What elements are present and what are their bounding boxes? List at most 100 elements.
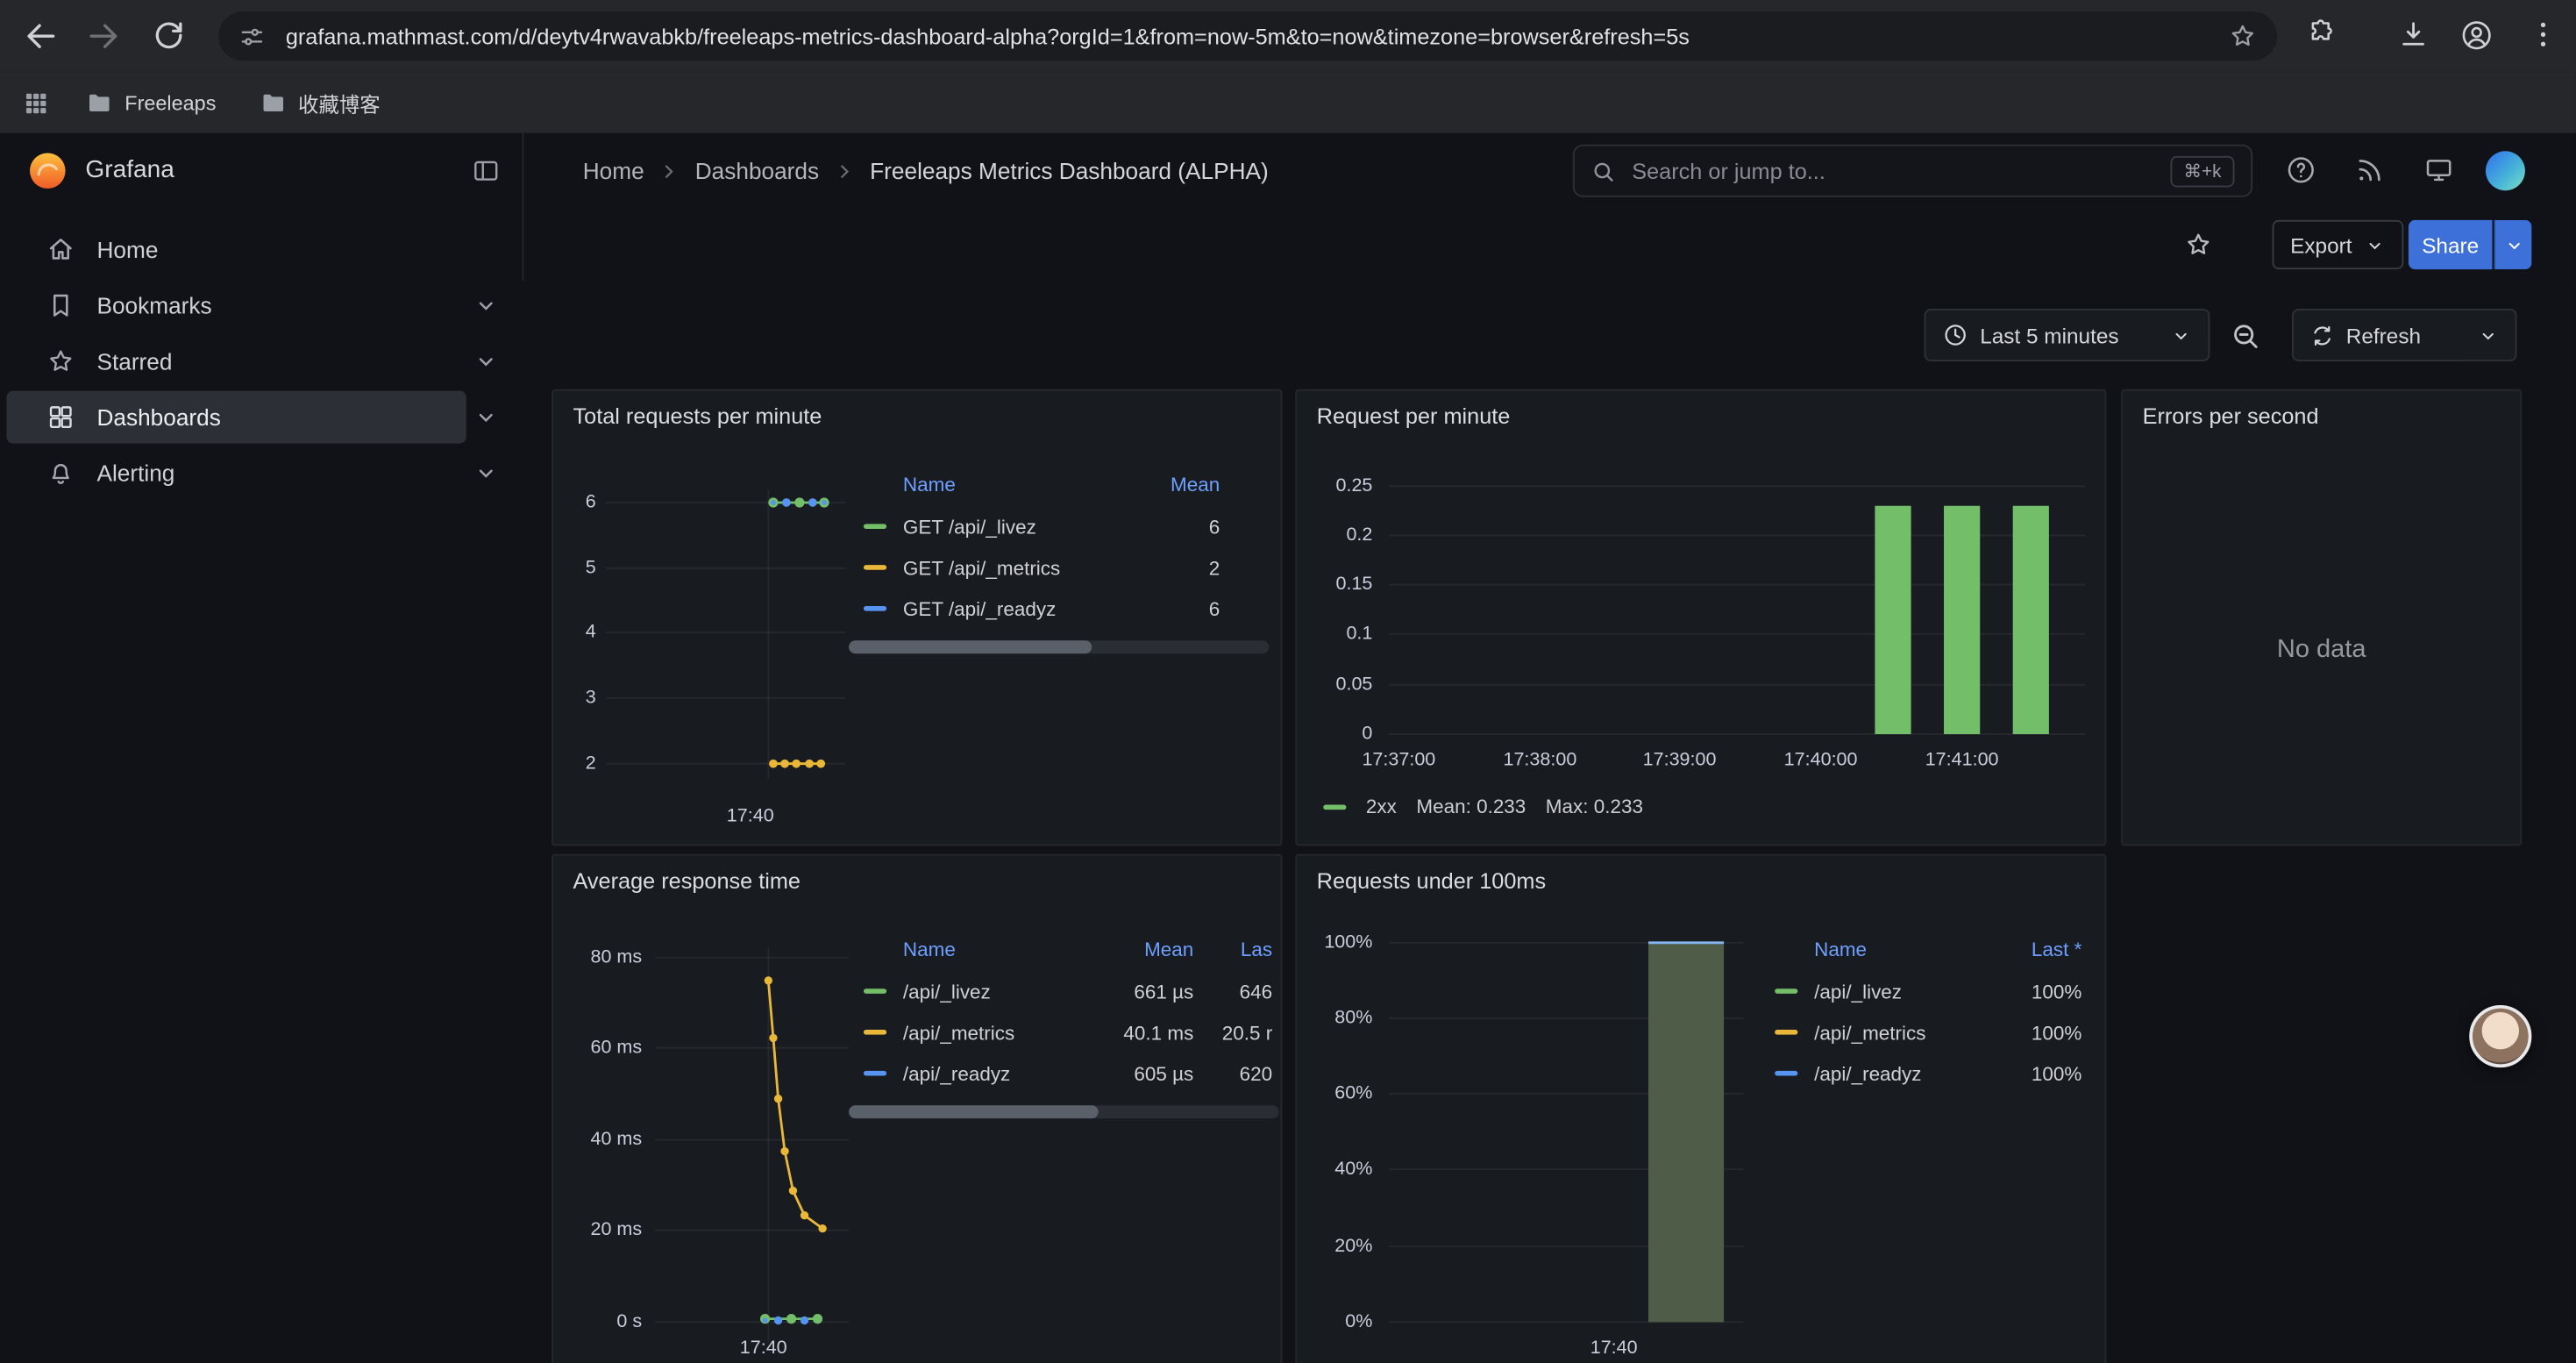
- legend-row[interactable]: GET /api/_livez 6: [849, 506, 1269, 547]
- panel-under-100ms: Requests under 100ms 100% 80% 60% 40% 20…: [1295, 854, 2106, 1363]
- chevron-down-icon[interactable]: [473, 460, 499, 486]
- series-name[interactable]: /api/_metrics: [903, 1021, 1089, 1044]
- legend-col-last[interactable]: Last *: [1989, 938, 2081, 960]
- back-button[interactable]: [23, 18, 59, 54]
- bar-chart[interactable]: [1389, 934, 1743, 1338]
- chevron-down-icon: [2170, 325, 2191, 346]
- legend-col-name[interactable]: Name: [903, 473, 1128, 496]
- chevron-down-icon[interactable]: [473, 348, 499, 375]
- sidebar-item-starred[interactable]: Starred: [0, 333, 522, 389]
- legend-col-mean[interactable]: Mean: [1128, 473, 1220, 496]
- y-tick: 0.2: [1317, 522, 1373, 548]
- series-name[interactable]: 2xx: [1366, 795, 1397, 817]
- series-name[interactable]: /api/_readyz: [1814, 1062, 1989, 1085]
- legend-row[interactable]: /api/_metrics 40.1 ms 20.5 r: [849, 1011, 1279, 1053]
- dashboard-actions-row: Export Share: [522, 209, 2575, 282]
- series-swatch-green: [864, 524, 886, 529]
- collapse-sidebar-icon[interactable]: [471, 156, 501, 186]
- brand-title: Grafana: [85, 156, 174, 184]
- sidebar-item-dashboards[interactable]: Dashboards: [0, 389, 522, 446]
- forward-button[interactable]: [85, 18, 121, 54]
- line-chart[interactable]: [655, 947, 849, 1352]
- bookmark-folder-blogs[interactable]: 收藏博客: [259, 87, 381, 118]
- browser-menu-button[interactable]: [2527, 18, 2563, 54]
- series-name[interactable]: /api/_metrics: [1814, 1021, 1989, 1044]
- series-percent-bar[interactable]: [1648, 943, 1724, 1323]
- breadcrumb-current: Freeleaps Metrics Dashboard (ALPHA): [870, 158, 1269, 184]
- legend-row[interactable]: GET /api/_readyz 6: [849, 588, 1269, 629]
- legend-scrollbar[interactable]: [849, 1105, 1279, 1118]
- y-tick: 80 ms: [566, 945, 642, 971]
- series-name[interactable]: GET /api/_readyz: [903, 597, 1128, 620]
- legend-col-name[interactable]: Name: [903, 938, 1089, 960]
- line-chart[interactable]: [606, 489, 845, 779]
- monitor-icon[interactable]: [2423, 154, 2455, 186]
- series-name[interactable]: GET /api/_metrics: [903, 556, 1128, 579]
- legend-row[interactable]: /api/_livez 661 µs 646: [849, 971, 1279, 1012]
- series-name[interactable]: GET /api/_livez: [903, 515, 1128, 538]
- time-range-picker[interactable]: Last 5 minutes: [1925, 309, 2210, 361]
- panel-title[interactable]: Request per minute: [1317, 404, 1511, 429]
- series-name[interactable]: /api/_readyz: [903, 1062, 1089, 1085]
- refresh-interval-button[interactable]: [2461, 309, 2517, 361]
- site-info-icon[interactable]: [238, 22, 267, 50]
- legend-col-last[interactable]: Las: [1193, 938, 1272, 960]
- back-icon: [23, 18, 59, 54]
- sidebar-item-label: Dashboards: [96, 404, 220, 431]
- series-last: 100%: [1989, 1021, 2081, 1044]
- series-name[interactable]: /api/_livez: [903, 980, 1089, 1003]
- forward-icon: [85, 18, 121, 54]
- share-menu-button[interactable]: [2494, 220, 2531, 269]
- downloads-button[interactable]: [2397, 18, 2433, 54]
- breadcrumb-home[interactable]: Home: [583, 158, 644, 184]
- legend-row[interactable]: /api/_readyz 605 µs 620: [849, 1053, 1279, 1094]
- x-tick: 17:39:00: [1622, 747, 1737, 774]
- panel-title[interactable]: Errors per second: [2143, 404, 2319, 429]
- sidebar-item-home[interactable]: Home: [0, 222, 522, 278]
- chevron-down-icon[interactable]: [473, 292, 499, 318]
- panel-title[interactable]: Requests under 100ms: [1317, 869, 1546, 894]
- x-tick: 17:38:00: [1483, 747, 1598, 774]
- grafana-logo[interactable]: [26, 149, 69, 192]
- breadcrumb: Home Dashboards Freeleaps Metrics Dashbo…: [583, 133, 1269, 209]
- scrollbar-thumb[interactable]: [849, 640, 1092, 653]
- legend-row[interactable]: GET /api/_metrics 2: [849, 547, 1269, 589]
- breadcrumb-dashboards[interactable]: Dashboards: [695, 158, 819, 184]
- legend-row[interactable]: /api/_metrics 100%: [1760, 1011, 2095, 1053]
- extensions-button[interactable]: [2305, 18, 2341, 54]
- favorite-star-icon[interactable]: [2183, 230, 2213, 260]
- profile-button[interactable]: [2459, 18, 2495, 54]
- share-button[interactable]: Share: [2409, 220, 2492, 269]
- legend-scrollbar[interactable]: [849, 640, 1269, 653]
- bookmark-star-icon[interactable]: [2228, 21, 2258, 51]
- export-button[interactable]: Export: [2273, 220, 2403, 269]
- legend-col-mean[interactable]: Mean: [1088, 938, 1193, 960]
- url-input[interactable]: [282, 22, 2228, 50]
- reload-button[interactable]: [151, 18, 187, 54]
- address-bar[interactable]: [218, 11, 2277, 61]
- series-name[interactable]: /api/_livez: [1814, 980, 1989, 1003]
- legend-col-name[interactable]: Name: [1814, 938, 1989, 960]
- bookmark-folder-freeleaps[interactable]: Freeleaps: [85, 89, 216, 117]
- folder-icon: [85, 89, 113, 117]
- legend-row[interactable]: /api/_readyz 100%: [1760, 1053, 2095, 1094]
- scrollbar-thumb[interactable]: [849, 1105, 1099, 1118]
- search-bar[interactable]: ⌘+k: [1573, 145, 2252, 197]
- sidebar-item-bookmarks[interactable]: Bookmarks: [0, 277, 522, 333]
- chevron-down-icon[interactable]: [473, 404, 499, 431]
- user-avatar[interactable]: [2486, 151, 2525, 190]
- sidebar-item-alerting[interactable]: Alerting: [0, 445, 522, 501]
- refresh-button[interactable]: Refresh: [2292, 309, 2463, 361]
- legend-row[interactable]: /api/_livez 100%: [1760, 971, 2095, 1012]
- help-icon[interactable]: [2286, 154, 2317, 186]
- panel-title[interactable]: Average response time: [573, 869, 801, 894]
- floating-avatar[interactable]: [2469, 1005, 2531, 1067]
- bar-chart[interactable]: [1389, 476, 2085, 742]
- series-2xx-bars[interactable]: [1875, 506, 2048, 734]
- zoom-out-button[interactable]: [2230, 320, 2261, 352]
- legend-header: Name Last *: [1760, 928, 2095, 971]
- search-input[interactable]: [1629, 157, 2171, 185]
- panel-title[interactable]: Total requests per minute: [573, 404, 822, 429]
- apps-grid-icon[interactable]: [23, 89, 49, 116]
- news-rss-icon[interactable]: [2354, 154, 2386, 186]
